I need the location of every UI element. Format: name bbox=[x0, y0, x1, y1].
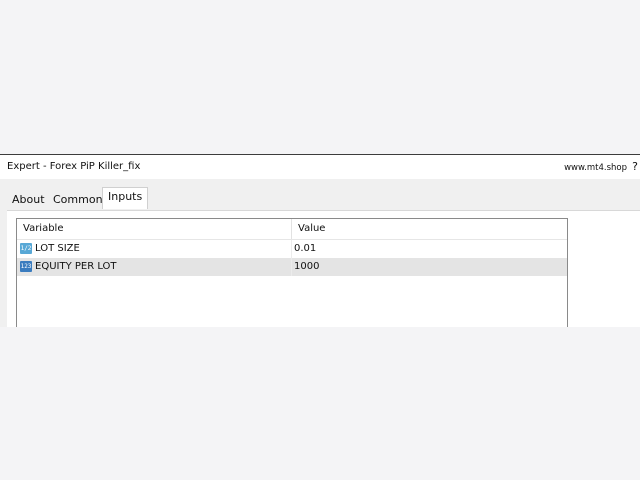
tab-inputs[interactable]: Inputs bbox=[102, 187, 149, 209]
inputs-table: Variable Value 1/2 LOT SIZE 0.01 123 EQU… bbox=[16, 218, 568, 327]
column-divider[interactable] bbox=[291, 219, 292, 239]
column-header-variable[interactable]: Variable bbox=[23, 223, 64, 234]
column-header-value[interactable]: Value bbox=[298, 223, 325, 234]
variable-name: LOT SIZE bbox=[35, 243, 80, 254]
title-bar: Expert - Forex PiP Killer_fix www.mt4.sh… bbox=[0, 155, 640, 179]
variable-name: EQUITY PER LOT bbox=[35, 261, 117, 272]
fraction-type-icon: 1/2 bbox=[20, 243, 32, 254]
table-header: Variable Value bbox=[17, 219, 567, 240]
expert-properties-dialog: Expert - Forex PiP Killer_fix www.mt4.sh… bbox=[0, 154, 640, 327]
variable-value[interactable]: 1000 bbox=[294, 261, 319, 272]
brand-label: www.mt4.shop bbox=[564, 163, 627, 173]
window-title: Expert - Forex PiP Killer_fix bbox=[7, 161, 141, 172]
variable-value[interactable]: 0.01 bbox=[294, 243, 316, 254]
tab-about[interactable]: About bbox=[12, 190, 45, 209]
inputs-tab-panel: Variable Value 1/2 LOT SIZE 0.01 123 EQU… bbox=[7, 210, 640, 327]
help-icon[interactable]: ? bbox=[632, 160, 638, 173]
row-divider bbox=[291, 258, 292, 276]
tab-common[interactable]: Common bbox=[53, 190, 103, 209]
table-row-equity-per-lot[interactable]: 123 EQUITY PER LOT 1000 bbox=[17, 258, 567, 276]
row-divider bbox=[291, 240, 292, 258]
integer-type-icon: 123 bbox=[20, 261, 32, 272]
table-row-lot-size[interactable]: 1/2 LOT SIZE 0.01 bbox=[17, 240, 567, 258]
page: Expert - Forex PiP Killer_fix www.mt4.sh… bbox=[0, 0, 640, 480]
